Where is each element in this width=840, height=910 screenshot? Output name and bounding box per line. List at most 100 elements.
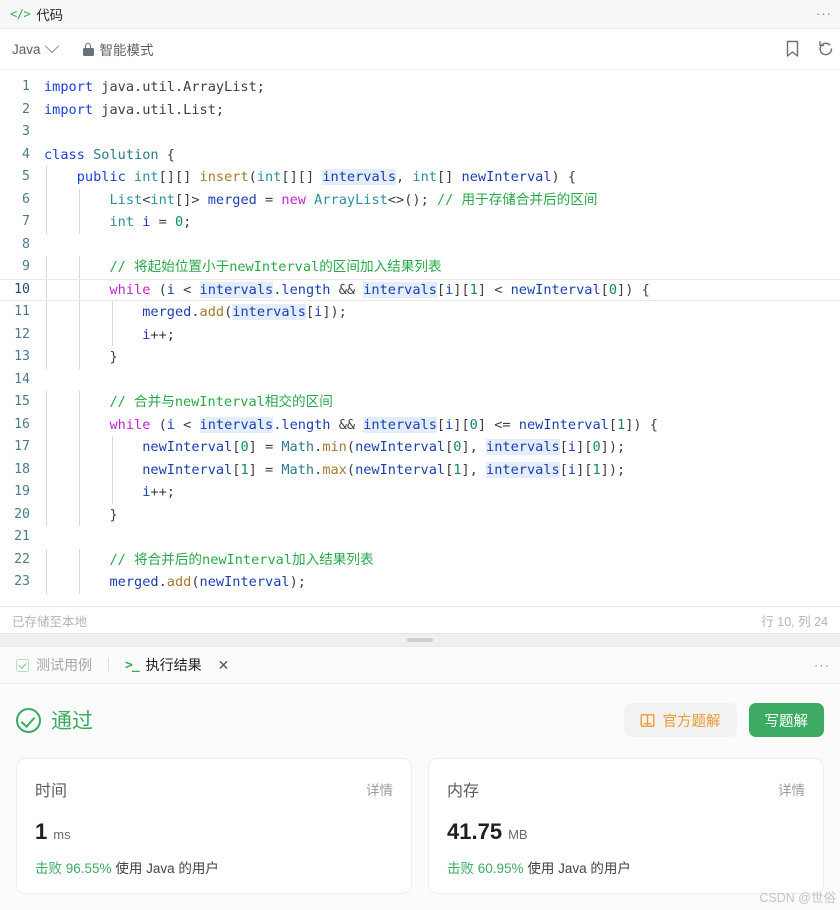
line-number: 11 (14, 304, 30, 319)
indent-guide (78, 211, 80, 234)
line-number: 8 (22, 236, 30, 252)
panel-resize-handle[interactable] (0, 633, 840, 647)
code-lines-container: 1 import java.util.ArrayList; 2 import java… (0, 70, 840, 606)
line-number: 12 (14, 326, 30, 342)
check-circle-icon (16, 707, 41, 733)
indent-guide (78, 571, 80, 594)
indent-guide (46, 323, 47, 346)
line-number: 10 (14, 281, 30, 297)
terminal-icon: >_ (125, 657, 140, 673)
memory-card-header: 内存 详情 (447, 777, 805, 801)
code-line: 17 newInterval[0] = Math.min(newInterval… (0, 436, 840, 459)
language-selector[interactable]: Java (12, 39, 59, 57)
code-line-text: import java.util.ArrayList; (44, 79, 265, 95)
code-line: 23 merged.add(newInterval); (0, 571, 840, 594)
indent-guide (46, 391, 47, 414)
tab-execution-result-label: 执行结果 (145, 657, 202, 673)
chevron-down-icon (44, 39, 59, 54)
line-number: 2 (22, 101, 30, 117)
official-solution-button[interactable]: 官方题解 (623, 703, 737, 737)
line-number: 4 (22, 146, 30, 162)
code-line-text: i++; (44, 323, 840, 346)
reset-icon[interactable] (816, 39, 836, 59)
code-line: 18 newInterval[1] = Math.max(newInterval… (0, 458, 840, 481)
tab-execution-result[interactable]: >_ 执行结果 ✕ (123, 655, 231, 675)
close-icon[interactable]: ✕ (218, 658, 230, 672)
line-number: 9 (22, 259, 30, 274)
indent-guide (78, 481, 80, 504)
memory-card-detail-link[interactable]: 详情 (778, 779, 805, 799)
code-line-text: merged.add(intervals[i]); (44, 301, 840, 324)
cursor-position-text: 行 10, 列 24 (761, 614, 828, 629)
save-status-text: 已存储至本地 (12, 614, 88, 629)
indent-guide (46, 481, 47, 504)
time-card-label: 时间 (35, 783, 68, 800)
code-line: 11 merged.add(intervals[i]); (0, 301, 840, 324)
line-number: 7 (22, 214, 30, 229)
code-line-text: // 合并与newInterval相交的区间 (44, 391, 840, 414)
code-editor[interactable]: 1 import java.util.ArrayList; 2 import java… (0, 70, 840, 606)
indent-guide (46, 346, 47, 369)
memory-card-value: 41.75 MB (447, 819, 805, 845)
result-tab-bar: 测试用例 >_ 执行结果 ✕ ··· (0, 647, 840, 684)
line-number: 6 (22, 191, 30, 207)
indent-guide (46, 503, 47, 526)
panel-more-menu-button[interactable]: ··· (816, 7, 832, 20)
official-solution-label: 官方题解 (662, 713, 721, 730)
indent-guide (46, 211, 47, 234)
indent-guide (78, 188, 80, 211)
time-beat-prefix: 击败 (35, 861, 62, 876)
verdict-label: 通过 (51, 710, 93, 733)
line-number: 23 (14, 574, 30, 589)
indent-guide (78, 279, 80, 300)
indent-guide (78, 346, 80, 369)
stat-cards: 时间 详情 1 ms 击败 96.55% 使用 Java 的用户 内存 详情 4… (0, 750, 840, 910)
code-line: 5 public int[][] insert(int[][] interval… (0, 166, 840, 189)
panel-title: 代码 (36, 8, 64, 23)
indent-guide (46, 301, 47, 324)
indent-guide (111, 301, 113, 324)
tab-test-cases[interactable]: 测试用例 (14, 655, 94, 675)
indent-guide (78, 548, 80, 571)
verdict-actions: 官方题解 写题解 (623, 703, 824, 737)
editor-status-bar: 已存储至本地 行 10, 列 24 (0, 606, 840, 633)
indent-guide (46, 188, 47, 211)
time-stat-card: 时间 详情 1 ms 击败 96.55% 使用 Java 的用户 (16, 758, 412, 894)
indent-guide (78, 391, 80, 414)
time-card-value: 1 ms (35, 819, 393, 845)
line-number: 16 (14, 416, 30, 432)
smart-mode-indicator[interactable]: 智能模式 (82, 39, 154, 59)
code-line-text: class Solution { (44, 146, 175, 163)
indent-guide (111, 458, 113, 481)
memory-card-number: 41.75 (447, 819, 503, 844)
write-solution-button[interactable]: 写题解 (748, 703, 824, 737)
indent-guide (46, 548, 47, 571)
indent-guide (46, 436, 47, 459)
indent-guide (78, 323, 80, 346)
indent-guide (78, 301, 80, 324)
code-line: 8 (0, 234, 840, 257)
indent-guide (78, 458, 80, 481)
bookmark-icon[interactable] (782, 39, 802, 59)
indent-guide (78, 503, 80, 526)
line-number: 3 (22, 124, 30, 139)
code-line-text: newInterval[0] = Math.min(newInterval[0]… (44, 436, 840, 459)
indent-guide (46, 571, 47, 594)
code-line: 1 import java.util.ArrayList; (0, 76, 840, 99)
code-line-text: while (i < intervals.length && intervals… (44, 279, 840, 300)
code-line-text: merged.add(newInterval); (44, 571, 840, 594)
resize-grip-icon (407, 638, 433, 642)
memory-beat-percent: 60.95% (477, 861, 524, 876)
indent-guide (78, 436, 80, 459)
code-line-text: } (44, 346, 840, 369)
result-more-menu-button[interactable]: ··· (814, 658, 830, 673)
indent-guide (78, 413, 80, 436)
code-line-text: int i = 0; (44, 211, 840, 234)
code-line-text: List<int[]> merged = new ArrayList<>(); … (44, 188, 840, 211)
time-card-detail-link[interactable]: 详情 (366, 779, 393, 799)
leetcode-editor-app: </> 代码 ··· Java 智能模式 1 import java.util.… (0, 0, 840, 910)
editor-toolbar: Java 智能模式 (0, 29, 840, 70)
verdict-status: 通过 (16, 705, 93, 735)
